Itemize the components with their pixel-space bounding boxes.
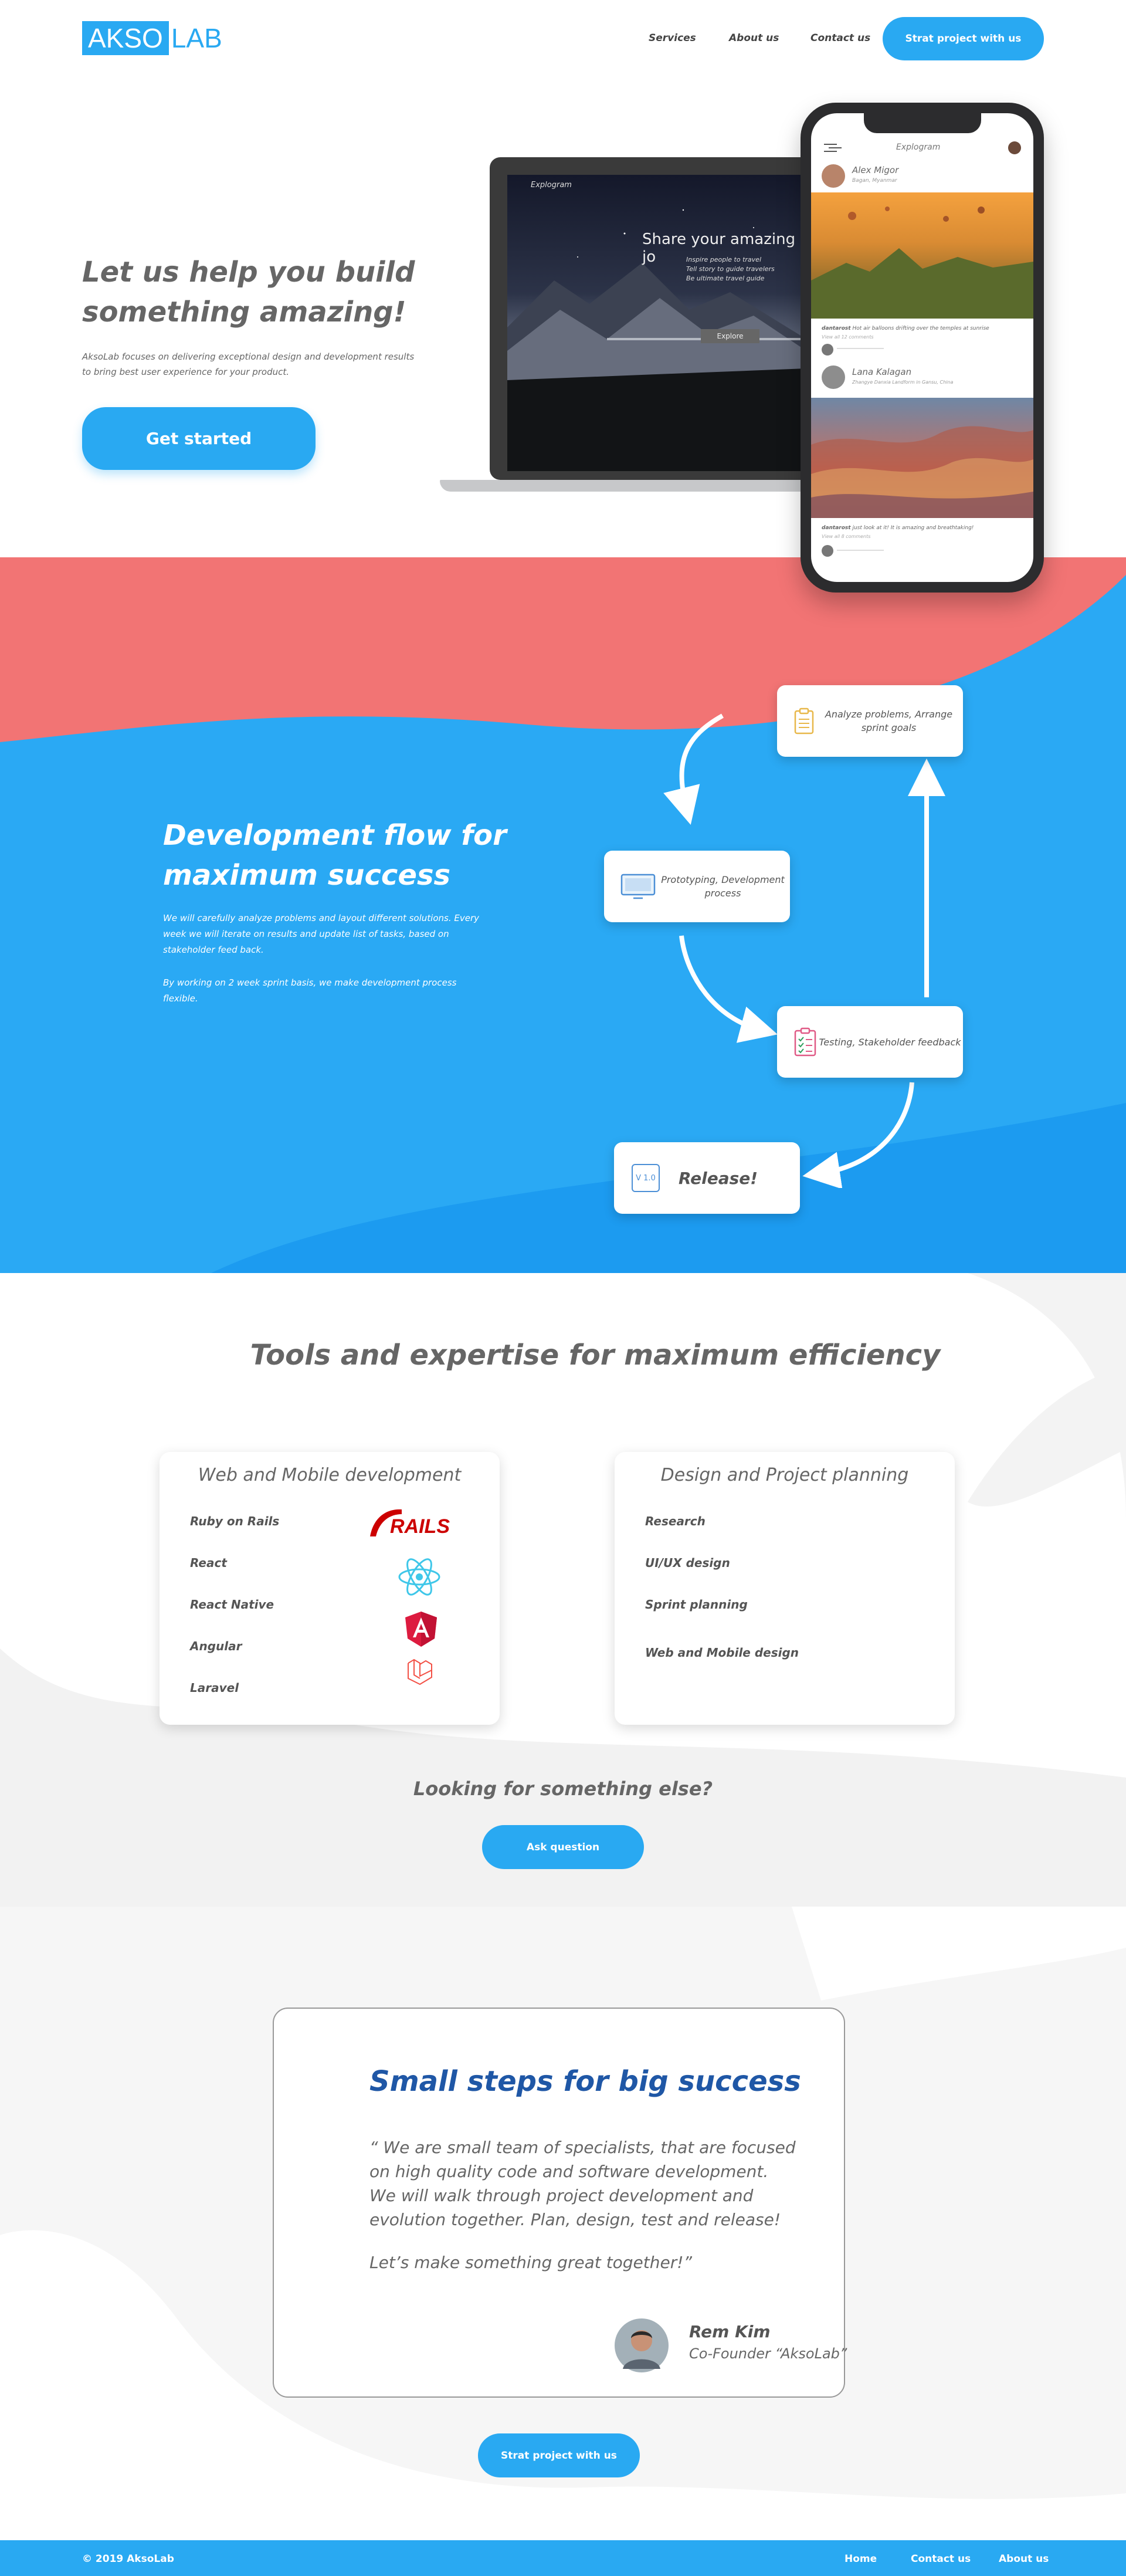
laptop-app-name: Explogram (531, 181, 572, 189)
monitor-icon (620, 874, 656, 899)
tool-item: Angular (190, 1639, 242, 1653)
post-meta: View all 12 comments (822, 334, 874, 340)
author-name: Rem Kim (689, 2322, 771, 2341)
comment-avatar (822, 344, 833, 356)
web-mobile-title: Web and Mobile development (198, 1465, 462, 1485)
tool-item: React Native (190, 1597, 274, 1612)
laptop-app-screen: Explogram Share your amazing jo Inspire … (507, 175, 806, 471)
flow-text-sprint: By working on 2 week sprint basis, we ma… (163, 977, 457, 1004)
tool-item: Sprint planning (645, 1597, 748, 1612)
footer-link-about-us[interactable]: About us (999, 2553, 1049, 2565)
tool-item: React (190, 1556, 227, 1570)
tool-item: Web and Mobile design (645, 1646, 799, 1660)
laptop-line: Be ultimate travel guide (686, 275, 765, 282)
phone-mockup: Explogram Alex Migor Bagan, Myanmar dant… (801, 103, 1044, 593)
step-testing-label: Testing, Stakeholder feedback (819, 1036, 961, 1048)
mountain-image (507, 209, 806, 471)
rails-logo-icon: RAILS (368, 1504, 470, 1541)
menu-icon-bar (829, 147, 842, 148)
tools-title: Tools and expertise for maximum efficien… (250, 1339, 941, 1372)
laptop-line: Inspire people to travel (686, 256, 762, 263)
design-planning-card: Design and Project planning Research UI/… (615, 1452, 955, 1725)
comment-input (837, 348, 884, 349)
nav-contact-us[interactable]: Contact us (810, 32, 870, 44)
looking-else-title: Looking for something else? (413, 1778, 713, 1800)
post-image-balloons (811, 192, 1033, 319)
phone-screen: Explogram Alex Migor Bagan, Myanmar dant… (811, 113, 1033, 582)
post-place: Bagan, Myanmar (852, 178, 897, 184)
rails-logo-text: RAILS (390, 1515, 450, 1538)
tool-item: UI/UX design (645, 1556, 730, 1570)
laravel-logo-icon (408, 1658, 432, 1685)
ask-question-button[interactable]: Ask question (482, 1825, 644, 1869)
flow-title: Development flow for maximum success (163, 819, 507, 892)
checklist-icon (794, 1027, 816, 1057)
logo[interactable]: AKSO LAB (82, 21, 222, 55)
footer-copyright: © 2019 AksoLab (82, 2553, 174, 2565)
comment-input (837, 550, 884, 551)
step-analyze-label: Analyze problems, Arrange sprint goals (825, 709, 953, 733)
version-badge-icon: V 1.0 (632, 1164, 660, 1192)
design-planning-title: Design and Project planning (660, 1465, 909, 1485)
phone-notch (864, 113, 981, 133)
step-analyze-card: Analyze problems, Arrange sprint goals (777, 685, 963, 757)
post-author: Alex Migor (852, 165, 899, 175)
arrow-testing-to-release (802, 1082, 914, 1188)
quote-title: Small steps for big success (369, 2065, 801, 2098)
arrow-prototype-to-testing (679, 935, 778, 1043)
header-cta-button[interactable]: Strat project with us (883, 17, 1044, 60)
step-prototype-card: Prototyping, Development process (604, 851, 790, 922)
post-avatar (822, 365, 845, 389)
flow-arrows (663, 713, 945, 1188)
laptop-explore-button: Explore (701, 329, 759, 343)
footer-link-contact-us[interactable]: Contact us (911, 2553, 971, 2565)
hero-title: Let us help you build something amazing! (82, 256, 415, 329)
step-release-card: V 1.0 Release! (614, 1142, 800, 1214)
logo-lab: LAB (171, 23, 222, 53)
nav-services[interactable]: Services (649, 32, 696, 44)
start-project-button[interactable]: Strat project with us (478, 2433, 640, 2477)
tool-item: Laravel (190, 1681, 239, 1695)
post-image-rainbow-mountains (811, 398, 1033, 518)
nav-about-us[interactable]: About us (729, 32, 779, 44)
phone-app-name: Explogram (896, 143, 941, 152)
footer: © 2019 AksoLab Home Contact us About us (0, 2540, 1126, 2576)
step-testing-card: Testing, Stakeholder feedback (777, 1006, 963, 1078)
post-caption: dantarost Hot air balloons drifting over… (822, 326, 989, 331)
quote-closing: Let’s make something great together!” (369, 2253, 692, 2272)
logo-akso: AKSO (82, 21, 169, 55)
arrow-analyze-to-prototype (663, 713, 724, 825)
profile-avatar-icon (1008, 141, 1021, 154)
footer-link-home[interactable]: Home (844, 2553, 877, 2565)
post-author: Lana Kalagan (852, 367, 912, 377)
post-place: Zhangye Danxia Landform in Gansu, China (852, 380, 954, 385)
post-avatar (822, 164, 845, 188)
post-meta: View all 8 comments (822, 534, 871, 539)
step-release-label: Release! (679, 1168, 758, 1188)
flow-text: We will carefully analyze problems and l… (163, 913, 479, 955)
comment-avatar (822, 545, 833, 557)
quote-text: “ We are small team of specialists, that… (369, 2138, 796, 2229)
react-logo-icon (398, 1558, 440, 1596)
get-started-button[interactable]: Get started (82, 407, 316, 470)
hero-subtitle: AksoLab focuses on delivering exceptiona… (82, 351, 415, 377)
post-caption: dantarost just look at it! It is amazing… (822, 525, 974, 531)
tool-item: Research (645, 1514, 706, 1528)
author-role: Co-Founder “AksoLab” (689, 2345, 847, 2362)
angular-logo-icon (405, 1612, 437, 1647)
web-mobile-card: Web and Mobile development Ruby on Rails… (160, 1452, 500, 1725)
laptop-line: Tell story to guide travelers (686, 265, 775, 273)
tool-item: Ruby on Rails (190, 1514, 280, 1528)
step-prototype-label: Prototyping, Development process (661, 874, 785, 899)
author-avatar (615, 2318, 669, 2372)
clipboard-icon (794, 708, 814, 734)
